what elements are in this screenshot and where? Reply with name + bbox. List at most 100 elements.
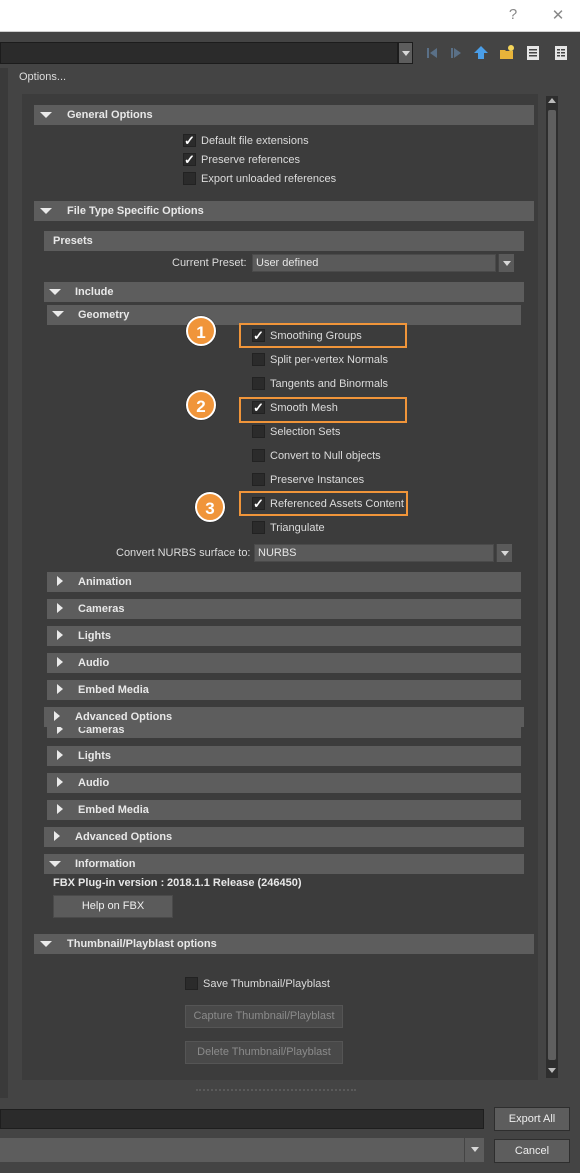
scrollbar-thumb[interactable] <box>548 110 556 1060</box>
advanced-options-header-overlay[interactable]: Advanced Options <box>44 707 524 727</box>
nurbs-dropdown-button[interactable] <box>496 544 512 562</box>
convert-null-objects-checkbox[interactable] <box>252 449 265 462</box>
section-title: Advanced Options <box>75 711 173 723</box>
advanced-options-header[interactable]: Advanced Options <box>44 827 524 847</box>
presets-header[interactable]: Presets <box>44 231 524 251</box>
version-value: 2018.1.1 Release (246450) <box>167 877 302 889</box>
left-splitter[interactable] <box>0 68 8 1098</box>
delete-thumbnail-button[interactable]: Delete Thumbnail/Playblast <box>185 1041 343 1064</box>
section-title: Lights <box>78 630 111 642</box>
vertical-scrollbar[interactable] <box>546 96 558 1078</box>
audio-header-b[interactable]: Audio <box>47 773 521 793</box>
callout-badge: 3 <box>195 492 225 522</box>
chevron-down-icon <box>503 261 511 266</box>
section-title: Presets <box>53 235 93 247</box>
path-dropdown-button[interactable] <box>398 42 413 64</box>
checkbox-label: Save Thumbnail/Playblast <box>203 978 330 990</box>
preserve-instances-checkbox[interactable] <box>252 473 265 486</box>
section-title: Cameras <box>78 603 125 615</box>
collapsed-arrow-icon <box>57 657 63 667</box>
back-icon[interactable] <box>424 44 442 62</box>
checkbox-label: Triangulate <box>270 522 325 534</box>
section-title: Information <box>75 858 136 870</box>
triangulate-checkbox[interactable] <box>252 521 265 534</box>
export-unloaded-references-checkbox[interactable] <box>183 172 196 185</box>
expanded-arrow-icon <box>49 289 61 295</box>
tangents-binormals-checkbox[interactable] <box>252 377 265 390</box>
section-title: File Type Specific Options <box>67 205 204 217</box>
default-file-extensions-checkbox[interactable]: ✓ <box>183 134 196 147</box>
expanded-arrow-icon <box>52 311 64 317</box>
section-title: Audio <box>78 657 110 669</box>
highlight-box <box>239 397 407 423</box>
current-preset-select[interactable]: User defined <box>252 254 496 272</box>
thumbnail-header[interactable]: Thumbnail/Playblast options <box>34 934 534 954</box>
chevron-down-icon <box>501 551 509 556</box>
embed-media-header[interactable]: Embed Media <box>47 680 521 700</box>
title-bar: ? ✕ <box>0 0 580 32</box>
lights-header-b[interactable]: Lights <box>47 746 521 766</box>
expanded-arrow-icon <box>40 112 52 118</box>
path-field[interactable] <box>0 42 398 64</box>
detail-view-icon[interactable] <box>552 44 570 62</box>
section-title: Thumbnail/Playblast options <box>67 938 217 950</box>
general-options-header[interactable]: General Options <box>34 105 534 125</box>
section-title: Embed Media <box>78 804 149 816</box>
callout-badge: 1 <box>186 316 216 346</box>
geometry-header[interactable]: Geometry <box>47 305 521 325</box>
list-view-icon[interactable] <box>524 44 542 62</box>
forward-icon[interactable] <box>448 44 466 62</box>
filetype-dropdown-button[interactable] <box>464 1138 484 1162</box>
cancel-button[interactable]: Cancel <box>494 1139 570 1163</box>
options-label: Options... <box>19 71 67 83</box>
file-type-options-header[interactable]: File Type Specific Options <box>34 201 534 221</box>
chevron-down-icon <box>471 1147 479 1152</box>
up-folder-icon[interactable] <box>472 44 490 62</box>
collapsed-arrow-icon <box>54 831 60 841</box>
save-thumbnail-checkbox[interactable] <box>185 977 198 990</box>
collapsed-arrow-icon <box>57 603 63 613</box>
collapsed-arrow-icon <box>57 630 63 640</box>
nurbs-select[interactable]: NURBS <box>254 544 494 562</box>
close-button[interactable]: ✕ <box>548 6 568 24</box>
splitter-handle[interactable] <box>196 1089 356 1092</box>
help-on-fbx-button[interactable]: Help on FBX <box>53 895 173 918</box>
include-header[interactable]: Include <box>44 282 524 302</box>
section-title: Include <box>75 286 114 298</box>
collapsed-arrow-icon <box>54 711 60 721</box>
callout-badge: 2 <box>186 390 216 420</box>
highlight-box <box>239 323 407 348</box>
section-title: Animation <box>78 576 132 588</box>
filetype-select[interactable] <box>0 1138 464 1162</box>
checkbox-label: Tangents and Binormals <box>270 378 389 390</box>
help-button[interactable]: ? <box>503 6 523 23</box>
lights-header[interactable]: Lights <box>47 626 521 646</box>
checkbox-label: Default file extensions <box>201 135 309 147</box>
expanded-arrow-icon <box>49 861 61 867</box>
preserve-references-checkbox[interactable]: ✓ <box>183 153 196 166</box>
collapsed-arrow-icon <box>57 750 63 760</box>
collapsed-arrow-icon <box>57 684 63 694</box>
preset-dropdown-button[interactable] <box>498 254 514 272</box>
checkbox-label: Export unloaded references <box>201 173 337 185</box>
section-title: Advanced Options <box>75 831 173 843</box>
split-normals-checkbox[interactable] <box>252 353 265 366</box>
section-title: Lights <box>78 750 111 762</box>
export-all-button[interactable]: Export All <box>494 1107 570 1131</box>
cameras-header[interactable]: Cameras <box>47 599 521 619</box>
checkbox-label: Convert to Null objects <box>270 450 381 462</box>
audio-header[interactable]: Audio <box>47 653 521 673</box>
chevron-down-icon <box>402 51 410 56</box>
information-header[interactable]: Information <box>44 854 524 874</box>
animation-header[interactable]: Animation <box>47 572 521 592</box>
new-folder-icon[interactable] <box>498 44 516 62</box>
scroll-up-icon[interactable] <box>548 98 556 103</box>
capture-thumbnail-button[interactable]: Capture Thumbnail/Playblast <box>185 1005 343 1028</box>
selection-sets-checkbox[interactable] <box>252 425 265 438</box>
collapsed-arrow-icon <box>57 777 63 787</box>
filename-field[interactable] <box>0 1109 484 1129</box>
section-title: Geometry <box>78 309 130 321</box>
scroll-down-icon[interactable] <box>548 1068 556 1073</box>
checkbox-label: Selection Sets <box>270 426 341 438</box>
embed-media-header-b[interactable]: Embed Media <box>47 800 521 820</box>
